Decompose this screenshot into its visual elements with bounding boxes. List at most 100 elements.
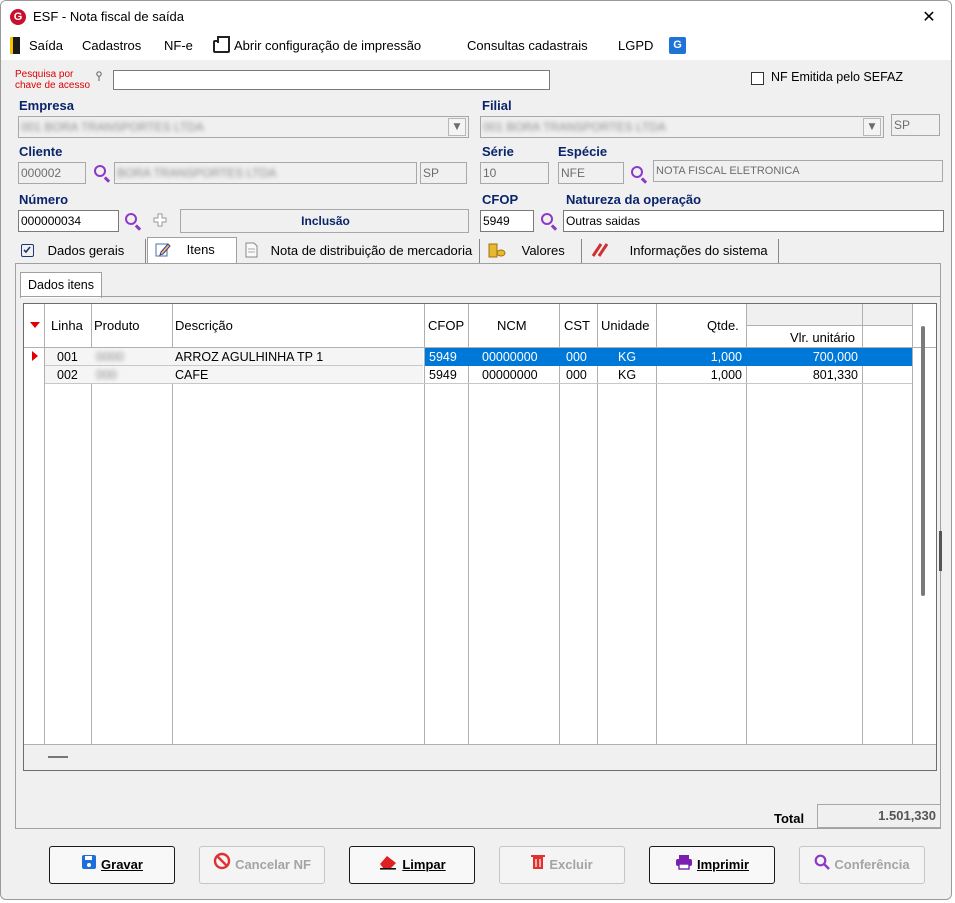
col-header-ncm[interactable]: NCM [497,318,527,333]
grid-footer [24,744,936,770]
col-header-cst[interactable]: CST [564,318,590,333]
check-button-label: Conferência [834,857,910,872]
cell-qty: 1,000 [710,368,742,382]
save-button-label: Gravar [101,857,143,872]
gsys-logo-icon[interactable]: G [669,37,686,54]
floppy-disk-icon [81,848,97,884]
print-button-label: Imprimir [696,857,749,872]
cancel-invoice-button[interactable]: Cancelar NF [199,846,325,884]
clear-button-label: Limpar [402,857,446,872]
menu-queries[interactable]: Consultas cadastrais [467,38,588,53]
col-header-unit[interactable]: Unidade [601,318,649,333]
save-button[interactable]: Gravar [49,846,175,884]
subtab-divider [20,296,940,297]
grid-header-group [747,304,913,326]
branch-label: Filial [482,98,512,113]
printer-icon [675,848,693,884]
sefaz-checkbox[interactable] [751,72,764,85]
col-header-qty[interactable]: Qtde. [707,318,739,333]
tab-items[interactable]: Itens [147,237,237,264]
col-header-cfop[interactable]: CFOP [428,318,464,333]
window: G ESF - Nota fiscal de saída ✕ Saída Cad… [0,0,952,900]
menu-bar: Saída Cadastros NF-e Abrir configuração … [1,34,951,60]
pencil-icon [155,241,171,265]
client-name-field: BORA TRANSPORTES LTDA [114,162,417,184]
cell-product: 000 [96,368,117,382]
number-input[interactable]: 000000034 [18,210,119,232]
chevron-down-icon[interactable]: ▼ [448,118,466,136]
cell-description: CAFE [175,368,209,382]
tab-items-label: Itens [186,242,215,257]
checkbox-icon [21,244,34,257]
pin-icon [95,70,103,81]
delete-button[interactable]: Excluir [499,846,625,884]
client-name-value: BORA TRANSPORTES LTDA [117,166,277,180]
operation-input[interactable]: Outras saidas [563,210,944,232]
exit-door-icon[interactable] [10,37,20,54]
printer-icon[interactable] [213,36,230,53]
chevron-down-icon[interactable]: ▼ [863,118,881,136]
menu-print-config[interactable]: Abrir configuração de impressão [234,38,421,53]
col-header-line[interactable]: Linha [51,318,83,333]
cell-qty: 1,000 [710,350,742,364]
cell-ncm: 00000000 [482,350,538,364]
check-button[interactable]: Conferência [799,846,925,884]
branch-select[interactable]: 001 BORA TRANSPORTES LTDA [480,116,884,138]
species-code-input[interactable]: NFE [558,162,624,184]
vertical-scrollbar[interactable] [921,326,925,596]
company-select[interactable]: 001 BORA TRANSPORTES LTDA [18,116,469,138]
mode-field: Inclusão [180,209,469,233]
search-key-label: Pesquisa por chave de acesso [15,69,90,91]
search-key-label-line2: chave de acesso [15,80,91,91]
sefaz-label: NF Emitida pelo SEFAZ [771,70,903,84]
search-icon[interactable] [631,166,643,178]
menu-lgpd[interactable]: LGPD [618,38,653,53]
total-field: 1.501,330 [817,804,941,828]
search-key-input[interactable] [113,70,550,90]
tab-general[interactable]: Dados gerais [17,239,146,264]
col-header-product[interactable]: Produto [94,318,140,333]
horizontal-scrollbar[interactable] [48,756,68,758]
cell-cst: 000 [566,368,587,382]
close-button[interactable]: ✕ [917,5,941,29]
search-icon[interactable] [94,165,106,177]
subtab-item-data[interactable]: Dados itens [20,272,103,298]
prohibited-icon [213,848,231,884]
print-button[interactable]: Imprimir [649,846,775,884]
items-grid[interactable]: Linha Produto Descrição CFOP NCM CST Uni… [23,303,937,771]
tab-system-info[interactable]: Informações do sistema [584,239,779,264]
tab-general-label: Dados gerais [47,243,125,258]
tab-values[interactable]: Valores [482,239,582,264]
menu-registrations[interactable]: Cadastros [82,38,141,53]
sort-arrow-icon[interactable] [30,322,40,328]
client-label: Cliente [19,144,63,159]
search-icon[interactable] [541,213,553,225]
client-code-input[interactable]: 000002 [18,162,86,184]
cell-unit: KG [618,368,637,382]
app-logo-icon: G [10,9,26,25]
tab-distribution-label: Nota de distribuição de mercadoria [270,243,473,258]
eraser-icon [378,848,398,884]
cell-description: ARROZ AGULHINHA TP 1 [175,350,324,364]
col-header-unit-price[interactable]: Vlr. unitário [790,330,855,345]
title-bar: G ESF - Nota fiscal de saída ✕ [1,1,951,34]
plus-icon[interactable] [153,213,167,227]
window-title: ESF - Nota fiscal de saída [33,9,185,24]
tab-system-info-label: Informações do sistema [629,243,768,258]
cell-cst: 000 [566,350,587,364]
cell-ncm: 00000000 [482,368,538,382]
search-icon[interactable] [125,213,137,225]
row-pointer-icon [32,351,38,361]
cell-product: 0000 [96,350,124,364]
col-header-description[interactable]: Descrição [175,318,233,333]
menu-nfe[interactable]: NF-e [164,38,193,53]
menu-exit[interactable]: Saída [29,38,63,53]
tab-distribution[interactable]: Nota de distribuição de mercadoria [239,239,480,264]
panel-splitter[interactable] [939,531,942,571]
branch-value: 001 BORA TRANSPORTES LTDA [483,120,666,134]
series-input[interactable]: 10 [480,162,549,184]
number-label: Número [19,192,69,207]
cancel-invoice-button-label: Cancelar NF [235,857,311,872]
clear-button[interactable]: Limpar [349,846,475,884]
cfop-input[interactable]: 5949 [480,210,534,232]
